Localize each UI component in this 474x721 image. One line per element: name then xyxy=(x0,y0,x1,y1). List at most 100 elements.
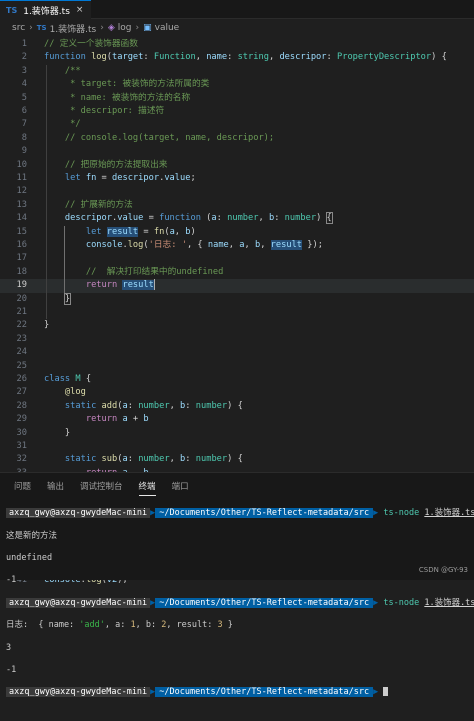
code-token: Function xyxy=(153,52,196,63)
code-token: let xyxy=(64,173,86,183)
code-token: log xyxy=(127,240,144,250)
line-number: 5 xyxy=(21,92,27,103)
code-line[interactable]: 7 */ xyxy=(0,118,474,131)
terminal-output: 3 xyxy=(6,642,12,653)
code-text: descripor.value = function (a: number, b… xyxy=(44,212,333,225)
code-token: add xyxy=(101,400,118,411)
code-line[interactable]: 30 } xyxy=(0,427,474,440)
code-token: : xyxy=(127,454,139,465)
code-token: : xyxy=(216,213,228,224)
panel-tab[interactable]: 端口 xyxy=(172,480,189,492)
breadcrumb-file[interactable]: 1.装饰器.ts xyxy=(50,22,97,35)
code-line[interactable]: 9 xyxy=(0,145,474,158)
code-line[interactable]: 21 xyxy=(0,306,474,319)
panel-tab[interactable]: 问题 xyxy=(14,480,31,492)
code-token: , xyxy=(169,454,181,465)
code-line[interactable]: 23 xyxy=(0,333,474,346)
code-text: console.log('日志: ', { name, a, b, result… xyxy=(44,239,323,252)
terminal-output: 这是新的方法 xyxy=(6,530,58,541)
variable-icon: ▣ xyxy=(143,23,152,33)
code-token: = xyxy=(143,213,160,224)
line-number: 11 xyxy=(16,173,27,183)
code-line[interactable]: 25 xyxy=(0,360,474,373)
code-line[interactable]: 18 // 解决打印结果中的undefined xyxy=(0,266,474,279)
code-token: { xyxy=(80,374,92,384)
line-number: 12 xyxy=(16,186,27,197)
code-editor[interactable]: 1 // 定义一个装饰器函数 2 function log(target: Funct… xyxy=(0,38,474,585)
terminal-cursor xyxy=(383,687,389,697)
chevron-right-icon: › xyxy=(100,23,104,33)
code-line[interactable]: 27 @log xyxy=(0,386,474,399)
line-number: 23 xyxy=(16,333,27,344)
code-token: return xyxy=(85,280,123,291)
line-number: 10 xyxy=(16,159,27,170)
code-line[interactable]: 2 function log(target: Function, name: st… xyxy=(0,51,474,64)
line-number: 29 xyxy=(16,414,27,425)
code-token: // 解决打印结果中的undefined xyxy=(44,266,224,277)
breadcrumb-variable[interactable]: value xyxy=(155,23,180,33)
code-line[interactable]: 17 xyxy=(0,252,474,265)
terminal-arg: 1.装饰器.ts xyxy=(424,597,474,608)
code-line[interactable]: 1 // 定义一个装饰器函数 xyxy=(0,38,474,51)
prompt-path: ~/Documents/Other/TS-Reflect-metadata/sr… xyxy=(155,597,374,608)
line-number: 19 xyxy=(16,280,27,291)
code-line[interactable]: 12 xyxy=(0,185,474,198)
tab-bar: TS 1.装饰器.ts × xyxy=(0,0,474,19)
code-token: fn xyxy=(85,173,97,183)
breadcrumb-function[interactable]: log xyxy=(118,23,132,33)
code-token: ) xyxy=(190,226,196,237)
breadcrumb-folder[interactable]: src xyxy=(12,23,25,33)
code-token: * target: 被装饰的方法所属的类 xyxy=(44,79,210,90)
terminal-prompt-line: axzq_gwy@axzq-gwydeMac-mini ▶ ~/Documents/… xyxy=(6,687,472,698)
code-text: * name: 被装饰的方法的名称 xyxy=(44,92,190,105)
code-token: static xyxy=(64,454,102,465)
code-token: , xyxy=(260,240,271,250)
panel-tab[interactable]: 终端 xyxy=(138,480,156,496)
line-number: 7 xyxy=(21,119,27,130)
panel-tab[interactable]: 调试控制台 xyxy=(80,480,123,492)
code-line[interactable]: 11 let fn = descripor.value; xyxy=(0,172,474,185)
code-line[interactable]: 28 static add(a: number, b: number) { xyxy=(0,400,474,413)
code-token: name xyxy=(207,240,229,250)
code-token: { xyxy=(325,212,333,225)
code-line[interactable]: 32 static sub(a: number, b: number) { xyxy=(0,453,474,466)
code-token: : xyxy=(143,52,154,63)
code-line[interactable]: 19 return result xyxy=(0,279,474,293)
terminal[interactable]: axzq_gwy@axzq-gwydeMac-mini ▶ ~/Documents/… xyxy=(6,497,474,721)
line-number: 31 xyxy=(16,441,27,451)
code-text: return result xyxy=(44,279,155,292)
code-line[interactable]: 8 // console.log(target, name, descripor… xyxy=(0,132,474,145)
code-text: } xyxy=(44,292,72,306)
code-line[interactable]: 13 // 扩展新的方法 xyxy=(0,199,474,212)
code-line[interactable]: 31 xyxy=(0,440,474,453)
code-line[interactable]: 6 * descripor: 描述符 xyxy=(0,105,474,118)
code-line[interactable]: 26 class M { xyxy=(0,373,474,386)
tab-label: 1.装饰器.ts xyxy=(23,6,70,17)
close-icon[interactable]: × xyxy=(76,5,84,15)
code-token: } xyxy=(63,292,72,305)
code-line[interactable]: 29 return a + b xyxy=(0,413,474,426)
code-line[interactable]: 16 console.log('日志: ', { name, a, b, res… xyxy=(0,239,474,252)
code-line[interactable]: 20 } xyxy=(0,292,474,306)
code-text: } xyxy=(44,319,49,332)
code-token: sub xyxy=(101,454,118,465)
code-text: let result = fn(a, b) xyxy=(44,226,196,239)
code-line[interactable]: 24 xyxy=(0,346,474,359)
bottom-panel: 问题 输出 调试控制台 终端 端口 axzq_gwy@axzq-gwydeMac-min… xyxy=(0,472,474,698)
terminal-output: -1 xyxy=(6,665,17,676)
code-token: : xyxy=(274,213,285,224)
code-line[interactable]: 15 let result = fn(a, b) xyxy=(0,226,474,239)
code-line[interactable]: 14 descripor.value = function (a: number… xyxy=(0,212,474,225)
indent-guide xyxy=(64,225,65,293)
code-token: , xyxy=(244,240,255,250)
code-line[interactable]: 10 // 把原始的方法提取出来 xyxy=(0,159,474,172)
code-line[interactable]: 5 * name: 被装饰的方法的名称 xyxy=(0,92,474,105)
code-line[interactable]: 3 /** xyxy=(0,65,474,78)
code-token: ) { xyxy=(431,52,447,63)
code-line[interactable]: 4 * target: 被装饰的方法所属的类 xyxy=(0,78,474,91)
code-line[interactable]: 22} xyxy=(0,319,474,332)
editor-tab[interactable]: TS 1.装饰器.ts × xyxy=(0,0,92,19)
panel-tab[interactable]: 输出 xyxy=(47,480,64,492)
